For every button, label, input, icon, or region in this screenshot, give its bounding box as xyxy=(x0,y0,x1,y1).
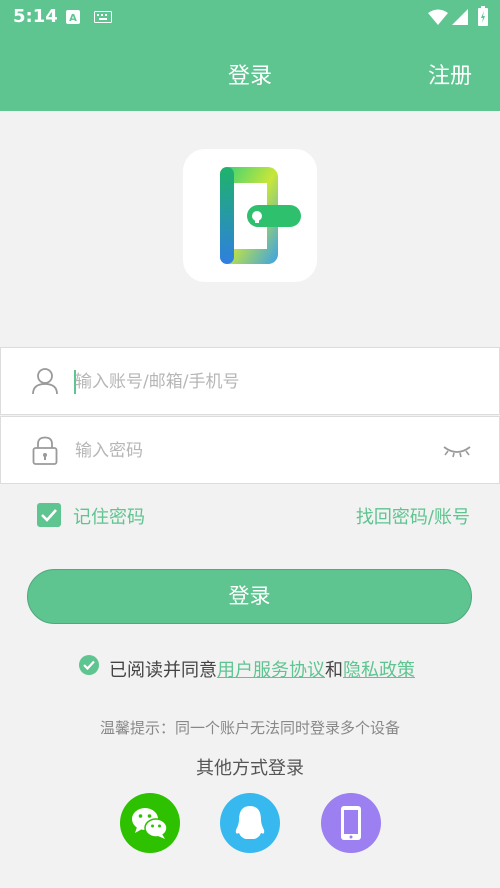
page-title: 登录 xyxy=(227,64,272,89)
account-input[interactable] xyxy=(75,366,435,398)
user-icon xyxy=(32,367,58,399)
qq-icon xyxy=(235,806,265,839)
account-field xyxy=(0,347,500,415)
user-agreement-link[interactable]: 用户服务协议 xyxy=(217,660,325,681)
signal-icon xyxy=(452,9,468,29)
svg-text:A: A xyxy=(69,13,77,24)
agreement-text: 已阅读并同意用户服务协议和隐私政策 xyxy=(109,656,415,682)
wechat-login-button[interactable] xyxy=(120,793,180,853)
phone-login-button[interactable] xyxy=(321,793,381,853)
other-login-label: 其他方式登录 xyxy=(196,758,304,779)
password-input[interactable] xyxy=(75,435,435,467)
password-field xyxy=(0,416,500,484)
warm-tip: 温馨提示：同一个账户无法同时登录多个设备 xyxy=(99,719,400,737)
checkbox-checked-icon xyxy=(37,503,61,527)
status-bar: 5:14 A xyxy=(0,0,500,34)
app-logo xyxy=(183,149,317,282)
qq-login-button[interactable] xyxy=(220,793,280,853)
login-button[interactable]: 登录 xyxy=(27,569,472,624)
phone-icon xyxy=(341,806,361,840)
wifi-icon xyxy=(428,9,448,29)
wechat-icon xyxy=(132,808,168,839)
privacy-policy-link[interactable]: 隐私政策 xyxy=(343,660,415,681)
agreement-check-icon[interactable] xyxy=(79,655,99,679)
find-account-link[interactable]: 找回密码/账号 xyxy=(356,503,470,529)
top-bar: 5:14 A 登录 注册 xyxy=(0,0,500,111)
status-time: 5:14 xyxy=(13,6,58,27)
eye-closed-icon[interactable] xyxy=(443,443,471,462)
register-button[interactable]: 注册 xyxy=(428,58,472,90)
lock-icon xyxy=(32,436,58,470)
agreement-connector: 和 xyxy=(325,660,343,681)
keyboard-icon xyxy=(94,9,112,28)
battery-icon xyxy=(478,6,488,30)
agreement-prefix: 已阅读并同意 xyxy=(109,660,217,681)
remember-label[interactable]: 记住密码 xyxy=(73,503,145,529)
app-notification-icon: A xyxy=(66,9,80,28)
